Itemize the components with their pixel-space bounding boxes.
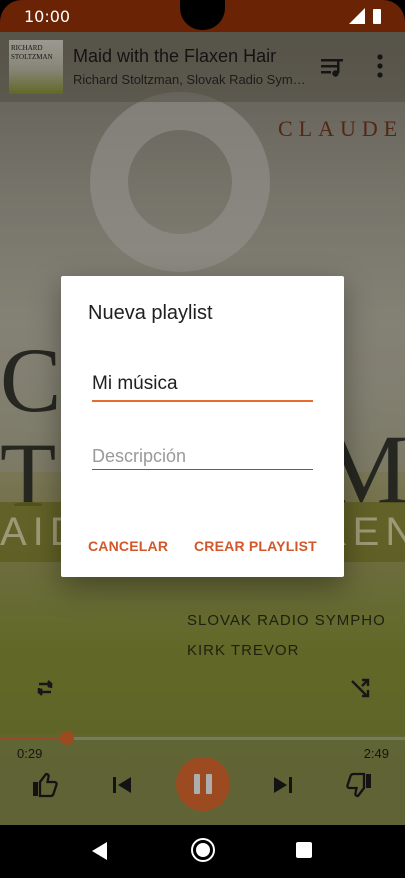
recents-icon[interactable] xyxy=(296,842,312,858)
new-playlist-dialog: Nueva playlist CANCELAR CREAR PLAYLIST xyxy=(61,276,344,577)
signal-icon xyxy=(349,8,365,24)
create-playlist-button[interactable]: CREAR PLAYLIST xyxy=(194,538,317,554)
playlist-description-input[interactable] xyxy=(92,442,313,470)
playlist-name-input[interactable] xyxy=(92,370,313,398)
status-time: 10:00 xyxy=(24,7,71,26)
home-icon[interactable] xyxy=(193,840,213,860)
camera-notch xyxy=(180,0,225,30)
dialog-title: Nueva playlist xyxy=(88,302,213,324)
battery-icon xyxy=(373,8,381,24)
system-nav-bar xyxy=(0,825,405,878)
playlist-description-field[interactable] xyxy=(92,442,313,470)
cancel-button[interactable]: CANCELAR xyxy=(88,538,168,554)
phone-screen: CLAUDE CH TO M AID KEN SLOVAK RADIO SYMP… xyxy=(0,0,405,878)
playlist-name-field[interactable] xyxy=(92,370,313,402)
status-bar: 10:00 xyxy=(0,0,405,32)
status-icons xyxy=(349,8,381,24)
back-icon[interactable] xyxy=(92,842,107,860)
